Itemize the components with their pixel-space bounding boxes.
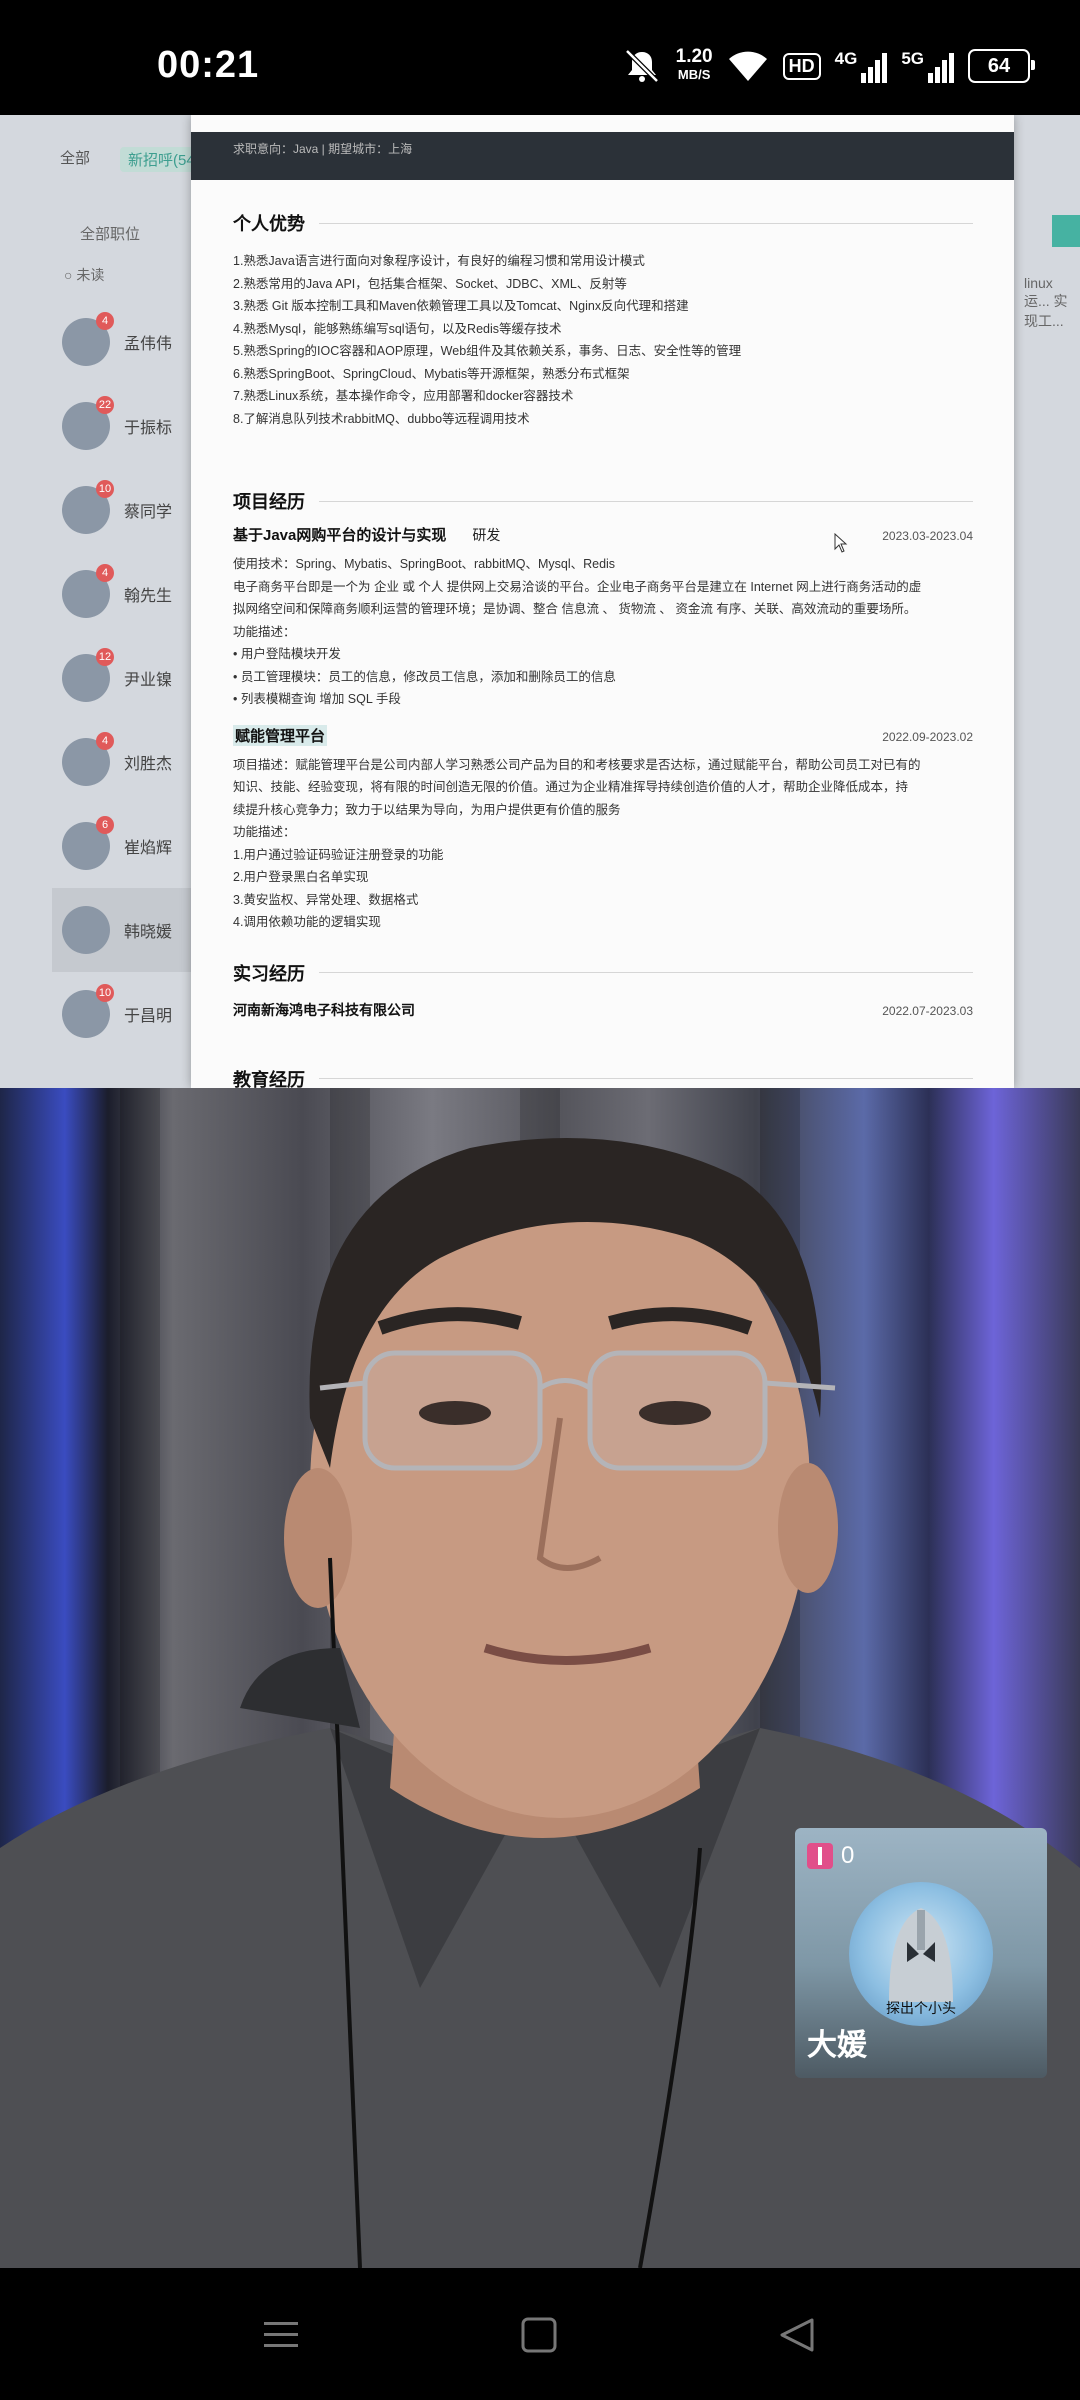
bg-side-text: linux运... 实现工... — [1024, 275, 1068, 329]
resume-document: 求职意向：Java | 期望城市：上海 个人优势 1.熟悉Java语言进行面向对… — [191, 115, 1014, 1088]
avatar: 12 — [62, 648, 114, 702]
avatar-caption: 探出个小头 — [886, 2000, 956, 2016]
avatar: 10 — [62, 984, 114, 1038]
shared-screen: 全部 新招呼(54 全部职位 ○ 未读 4 孟伟伟 22 于振标 10 蔡同学 4 翰先… — [0, 115, 1080, 1088]
avatar — [62, 906, 110, 954]
speaker-person-image — [0, 1138, 1080, 2268]
list-item: 韩晓媛 — [52, 888, 212, 972]
avatar: 4 — [62, 732, 114, 786]
status-bar: 00:21 1.20 MB/S HD 4G 5G 64 — [0, 0, 1080, 115]
list-item: 10 于昌明 — [62, 972, 202, 1056]
bg-unread: ○ 未读 — [64, 267, 105, 283]
list-item: 22 于振标 — [62, 384, 202, 468]
avatar: 22 — [62, 396, 114, 450]
bg-tabs: 全部 新招呼(54 — [60, 147, 203, 172]
participant-pip-window[interactable]: 0 探出个小头 大媛 — [795, 1828, 1047, 2078]
menu-icon[interactable] — [262, 2316, 300, 2359]
bg-tab-all: 全部 — [60, 150, 91, 167]
participant-name: 大媛 — [807, 2029, 867, 2062]
home-icon[interactable] — [520, 2316, 558, 2359]
status-icons: 1.20 MB/S HD 4G 5G 64 — [622, 46, 1035, 86]
bg-filter: 全部职位 — [80, 226, 141, 243]
project-header: 赋能管理平台 2022.09-2023.02 — [233, 724, 973, 746]
section-title: 教育经历 — [233, 1066, 973, 1089]
list-item: 10 蔡同学 — [62, 468, 202, 552]
list-item: 12 尹业镍 — [62, 636, 202, 720]
gift-counter[interactable]: 0 — [807, 1842, 854, 1870]
project-description: 项目描述：赋能管理平台是公司内部人学习熟悉公司产品为目的和考核要求是否达标，通过… — [233, 757, 921, 930]
resume-body: 个人优势 1.熟悉Java语言进行面向对象程序设计，有良好的编程习惯和常用设计模… — [233, 210, 973, 1088]
avatar: 4 — [62, 564, 114, 618]
project-description: 使用技术：Spring、Mybatis、SpringBoot、rabbitMQ、… — [233, 557, 922, 706]
signal-4g-icon: 4G — [835, 49, 888, 83]
participant-avatar: 探出个小头 — [849, 1882, 993, 2026]
network-speed: 1.20 MB/S — [675, 46, 713, 82]
mute-icon — [622, 46, 662, 86]
gift-icon — [807, 1843, 833, 1869]
intern-header: 河南新海鸿电子科技有限公司 2022.07-2023.03 — [233, 1001, 973, 1018]
list-item: 4 刘胜杰 — [62, 720, 202, 804]
bg-contact-list: 4 孟伟伟 22 于振标 10 蔡同学 4 翰先生 12 尹业镍 4 刘胜杰 6 崔焰辉 韩晓… — [52, 300, 212, 1056]
wifi-icon — [727, 46, 769, 86]
clock: 00:21 — [157, 44, 260, 86]
project-header: 基于Java网购平台的设计与实现 研发 2023.03-2023.04 — [233, 527, 973, 544]
list-item: 6 崔焰辉 — [62, 804, 202, 888]
section-title: 项目经历 — [233, 488, 973, 514]
signal-5g-icon: 5G — [901, 49, 954, 83]
avatar: 10 — [62, 480, 114, 534]
resume-header: 求职意向：Java | 期望城市：上海 — [191, 132, 1014, 180]
advantages-list: 1.熟悉Java语言进行面向对象程序设计，有良好的编程习惯和常用设计模式 2.熟… — [233, 254, 742, 426]
section-title: 个人优势 — [233, 210, 973, 236]
list-item: 4 翰先生 — [62, 552, 202, 636]
camera-video-feed — [0, 1088, 1080, 2268]
navigation-bar — [0, 2268, 1080, 2400]
hd-voice-icon: HD — [782, 52, 821, 80]
avatar: 6 — [62, 816, 114, 870]
list-item: 4 孟伟伟 — [62, 300, 202, 384]
bg-side-button — [1052, 215, 1080, 247]
back-icon[interactable] — [778, 2316, 816, 2359]
section-title: 实习经历 — [233, 960, 973, 986]
battery-icon: 64 — [968, 49, 1035, 83]
avatar: 4 — [62, 312, 114, 366]
